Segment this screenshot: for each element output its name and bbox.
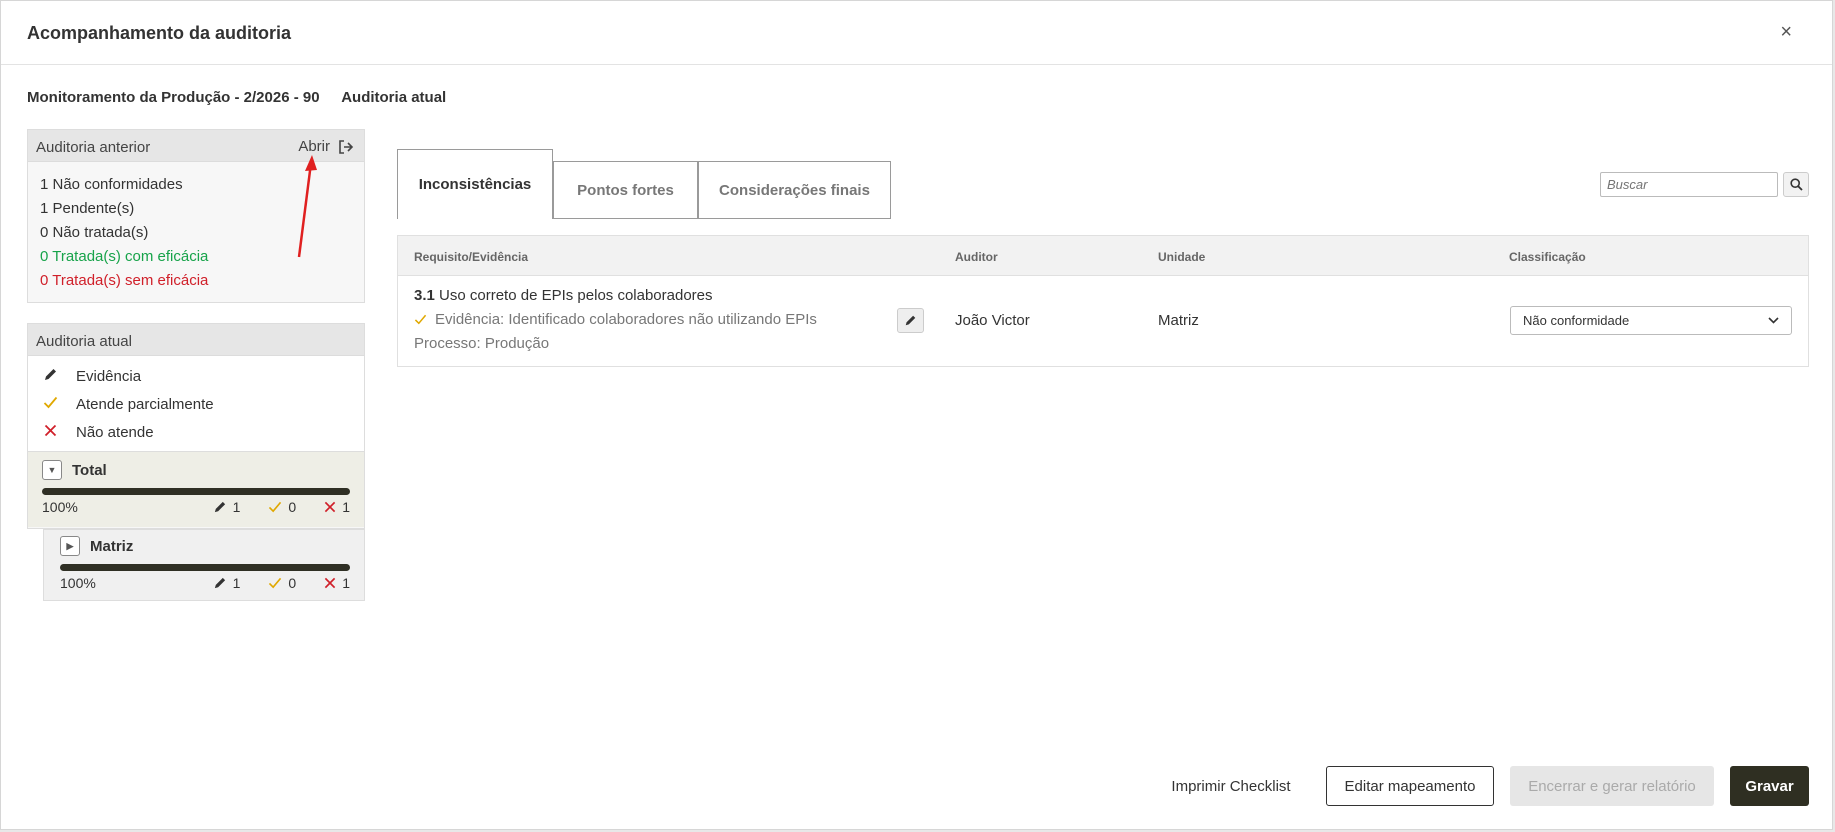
current-audit-header: Auditoria atual	[28, 324, 364, 356]
inconsistencies-table: Requisito/Evidência Auditor Unidade Clas…	[397, 235, 1809, 367]
x-icon	[325, 501, 336, 513]
total-evidence-value: 1	[232, 499, 241, 515]
total-label: Total	[72, 461, 107, 479]
unit-cell: Matriz	[1158, 312, 1199, 329]
unit-label: Matriz	[90, 537, 134, 555]
check-icon	[269, 501, 282, 513]
pencil-icon	[905, 315, 916, 326]
total-evidence-count: 1	[213, 499, 241, 515]
legend-fail-label: Não atende	[76, 423, 154, 441]
total-metrics: 100% 1 0 1	[42, 499, 350, 515]
stat-treated-ineffective: 0 Tratada(s) sem eficácia	[40, 272, 209, 289]
check-icon	[269, 577, 282, 589]
pencil-icon	[42, 367, 58, 386]
legend-partial: Atende parcialmente	[28, 390, 364, 418]
col-auditor: Auditor	[955, 250, 998, 264]
total-partial-count: 0	[268, 499, 296, 515]
tab-strengths[interactable]: Pontos fortes	[553, 161, 698, 219]
modal-title: Acompanhamento da auditoria	[27, 23, 292, 43]
check-icon	[414, 314, 427, 325]
unit-percent: 100%	[60, 575, 96, 591]
col-requirement: Requisito/Evidência	[414, 250, 529, 264]
check-icon	[42, 396, 58, 413]
total-tree-node: ▼ Total 100% 1 0 1	[28, 451, 364, 527]
search-input[interactable]	[1600, 172, 1778, 197]
close-and-report-button[interactable]: Encerrar e gerar relatório	[1510, 766, 1714, 806]
print-checklist-button[interactable]: Imprimir Checklist	[1161, 766, 1301, 806]
requirement-process: Processo: Produção	[414, 335, 550, 352]
annotation-arrow	[297, 155, 317, 258]
unit-metrics: 100% 1 0 1	[60, 575, 350, 591]
x-icon	[325, 577, 336, 589]
legend-fail: Não atende	[28, 418, 364, 446]
collapse-total-toggle[interactable]: ▼	[42, 460, 62, 480]
audit-name: Monitoramento da Produção - 2/2026 - 90	[27, 89, 320, 106]
requirement-evidence: Evidência: Identificado colaboradores nã…	[414, 311, 817, 328]
modal-header: Acompanhamento da auditoria ×	[1, 1, 1832, 65]
pencil-icon	[214, 501, 225, 513]
unit-head: ▶ Matriz	[60, 536, 350, 556]
legend: Evidência Atende parcialmente Não atende	[28, 356, 364, 451]
search-button[interactable]	[1783, 172, 1809, 197]
unit-partial-count: 0	[268, 575, 296, 591]
total-fail-value: 1	[342, 499, 350, 515]
legend-partial-label: Atende parcialmente	[76, 395, 214, 413]
classification-select[interactable]: Não conformidade	[1510, 306, 1792, 335]
current-audit-label: Auditoria atual	[341, 89, 447, 106]
total-fail-count: 1	[324, 499, 350, 515]
close-button[interactable]: ×	[1780, 21, 1792, 44]
previous-audit-title: Auditoria anterior	[36, 139, 151, 156]
col-unit: Unidade	[1158, 250, 1206, 264]
audit-subtitle: Monitoramento da Produção - 2/2026 - 90 …	[27, 89, 464, 106]
legend-evidence-label: Evidência	[76, 367, 142, 385]
evidence-text: Evidência: Identificado colaboradores nã…	[435, 311, 817, 328]
chevron-down-icon	[1768, 317, 1779, 324]
edit-evidence-button[interactable]	[897, 308, 924, 333]
unit-partial-value: 0	[288, 575, 297, 591]
unit-evidence-count: 1	[213, 575, 241, 591]
current-audit-panel: Auditoria atual Evidência Atende parcial…	[27, 323, 365, 529]
search-icon	[1789, 178, 1803, 191]
requirement-title: 3.1 Uso correto de EPIs pelos colaborado…	[414, 287, 713, 304]
auditor-cell: João Victor	[955, 312, 1030, 329]
requirement-code: 3.1	[414, 287, 435, 304]
tab-inconsistencies[interactable]: Inconsistências	[397, 149, 553, 219]
total-progress-bar	[42, 488, 350, 495]
legend-evidence: Evidência	[28, 362, 364, 390]
save-button[interactable]: Gravar	[1730, 766, 1809, 806]
tab-final-considerations[interactable]: Considerações finais	[698, 161, 891, 219]
tab-bar: Inconsistências Pontos fortes Consideraç…	[397, 149, 891, 219]
unit-progress-bar	[60, 564, 350, 571]
col-classification: Classificação	[1509, 250, 1586, 264]
unit-fail-count: 1	[324, 575, 350, 591]
unit-evidence-value: 1	[232, 575, 241, 591]
x-icon	[42, 424, 58, 441]
unit-tree-node-matriz: ▶ Matriz 100% 1 0 1	[43, 529, 365, 601]
requirement-name: Uso correto de EPIs pelos colaboradores	[439, 287, 713, 304]
total-head: ▼ Total	[42, 460, 350, 480]
total-percent: 100%	[42, 499, 78, 515]
exit-icon	[339, 139, 354, 154]
expand-unit-toggle[interactable]: ▶	[60, 536, 80, 556]
pencil-icon	[214, 577, 225, 589]
classification-value: Não conformidade	[1523, 313, 1630, 328]
total-partial-value: 0	[288, 499, 297, 515]
table-row: 3.1 Uso correto de EPIs pelos colaborado…	[398, 276, 1808, 366]
edit-mapping-button[interactable]: Editar mapeamento	[1326, 766, 1494, 806]
table-header: Requisito/Evidência Auditor Unidade Clas…	[398, 236, 1808, 276]
unit-fail-value: 1	[342, 575, 350, 591]
audit-tracking-modal: Acompanhamento da auditoria × Monitorame…	[0, 0, 1833, 830]
current-audit-title: Auditoria atual	[36, 333, 132, 350]
